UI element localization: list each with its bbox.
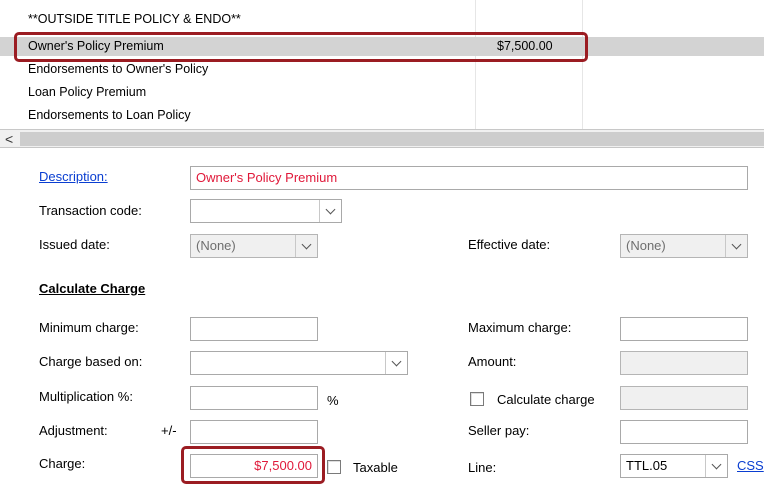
charge-label: Charge: [39, 456, 86, 471]
maximum-charge-input[interactable] [620, 317, 748, 341]
maximum-charge-label: Maximum charge: [468, 320, 572, 335]
charge-based-on-label: Charge based on: [39, 354, 143, 369]
calculate-charge-checkbox[interactable] [470, 392, 484, 406]
percent-symbol: % [327, 393, 339, 408]
minimum-charge-label: Minimum charge: [39, 320, 139, 335]
chevron-down-icon[interactable] [385, 352, 407, 374]
charge-based-on-select[interactable] [190, 351, 408, 375]
seller-pay-label: Seller pay: [468, 423, 530, 438]
line-select[interactable]: TTL.05 [620, 454, 728, 478]
grid-row-label: Loan Policy Premium [28, 85, 147, 99]
issued-date-value: (None) [196, 238, 236, 253]
grid-row[interactable]: **OUTSIDE TITLE POLICY & ENDO** [0, 10, 764, 29]
chevron-down-icon[interactable] [295, 235, 317, 257]
minimum-charge-input[interactable] [190, 317, 318, 341]
grid-row-label: Endorsements to Loan Policy [28, 108, 191, 122]
multiplication-input[interactable] [190, 386, 318, 410]
issued-date-label: Issued date: [39, 237, 110, 252]
issued-date-select[interactable]: (None) [190, 234, 318, 258]
effective-date-label: Effective date: [468, 237, 551, 252]
line-label: Line: [468, 460, 497, 475]
grid-row[interactable]: Endorsements to Loan Policy [0, 106, 764, 125]
effective-date-value: (None) [626, 238, 666, 253]
chevron-down-icon[interactable] [725, 235, 747, 257]
calculate-charge-input[interactable] [620, 386, 748, 410]
amount-label: Amount: [468, 354, 517, 369]
charge-form: Description: Owner's Policy Premium Tran… [0, 149, 764, 489]
grid-row[interactable]: Loan Policy Premium [0, 83, 764, 102]
scroll-left-icon[interactable]: < [5, 131, 13, 147]
taxable-checkbox[interactable] [327, 460, 341, 474]
adjustment-sign: +/- [161, 423, 177, 438]
adjustment-label: Adjustment: [39, 423, 108, 438]
grid-row-label: **OUTSIDE TITLE POLICY & ENDO** [28, 12, 241, 26]
line-value: TTL.05 [626, 458, 668, 473]
css-link[interactable]: CSS [737, 458, 764, 473]
seller-pay-input[interactable] [620, 420, 748, 444]
taxable-label: Taxable [353, 460, 398, 475]
grid-row[interactable]: Endorsements to Owner's Policy [0, 60, 764, 79]
grid-row-label: Endorsements to Owner's Policy [28, 62, 209, 76]
scrollbar-thumb[interactable] [20, 132, 764, 146]
multiplication-label: Multiplication %: [39, 389, 133, 404]
chevron-down-icon[interactable] [705, 455, 727, 477]
charge-input[interactable]: $7,500.00 [190, 454, 318, 478]
charges-grid[interactable]: **OUTSIDE TITLE POLICY & ENDO** Owner's … [0, 0, 764, 130]
transaction-code-select[interactable] [190, 199, 342, 223]
grid-row-selected[interactable]: Owner's Policy Premium $7,500.00 [0, 37, 764, 56]
effective-date-select[interactable]: (None) [620, 234, 748, 258]
transaction-code-label: Transaction code: [39, 203, 142, 218]
grid-row-label: Owner's Policy Premium [28, 39, 164, 53]
adjustment-input[interactable] [190, 420, 318, 444]
description-input[interactable]: Owner's Policy Premium [190, 166, 748, 190]
amount-input[interactable] [620, 351, 748, 375]
calculate-charge-section-title: Calculate Charge [39, 281, 146, 296]
chevron-down-icon[interactable] [319, 200, 341, 222]
grid-row-amount: $7,500.00 [497, 39, 553, 53]
horizontal-scrollbar[interactable]: < [0, 130, 764, 148]
description-link[interactable]: Description: [39, 169, 108, 184]
calculate-charge-label: Calculate charge [497, 392, 595, 407]
